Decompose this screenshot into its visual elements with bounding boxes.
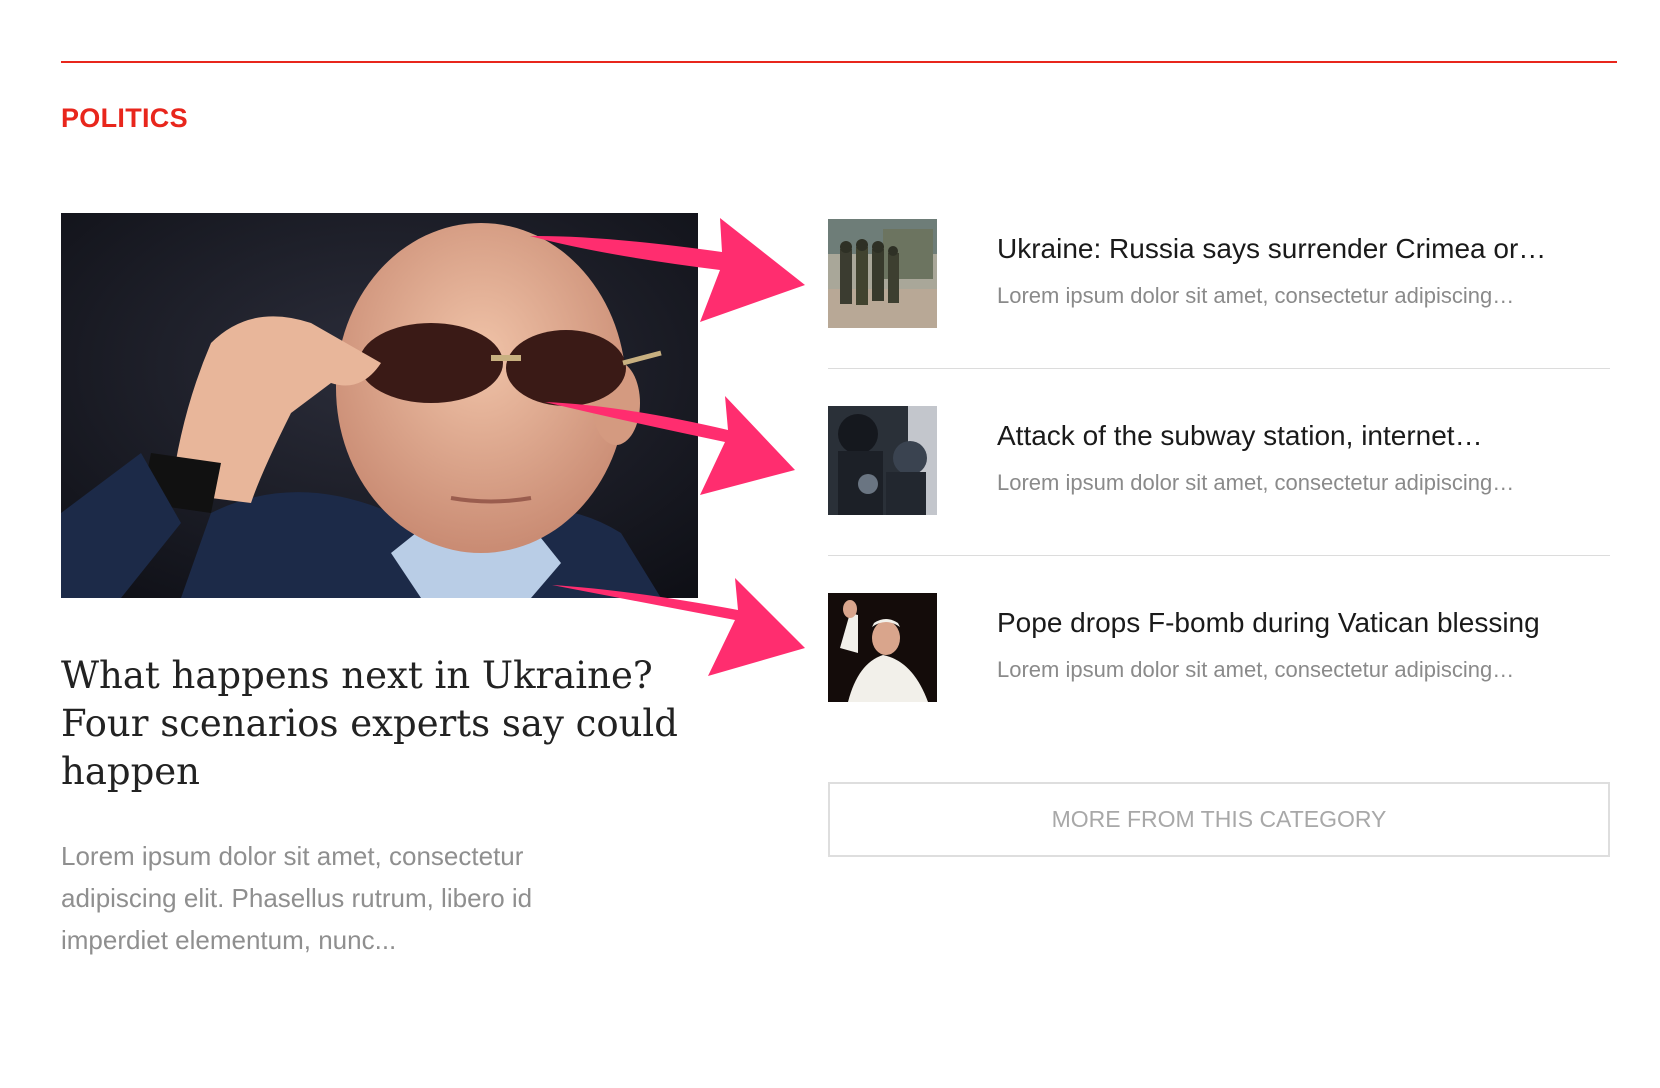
pope-thumbnail[interactable] — [828, 593, 937, 702]
politics-section: POLITICS What happens next in Ukraine? F… — [0, 0, 1660, 1088]
story-excerpt: Lorem ipsum dolor sit amet, consectetur … — [997, 470, 1515, 495]
story-excerpt: Lorem ipsum dolor sit amet, consectetur … — [997, 657, 1515, 682]
more-from-category-button[interactable]: MORE FROM THIS CATEGORY — [828, 782, 1610, 857]
section-label[interactable]: POLITICS — [61, 103, 188, 134]
list-item[interactable]: Attack of the subway station, internet… … — [828, 406, 1610, 516]
list-divider — [828, 555, 1610, 556]
featured-excerpt: Lorem ipsum dolor sit amet, consectetur … — [61, 841, 533, 955]
soldiers-thumbnail[interactable] — [828, 219, 937, 328]
featured-image[interactable] — [61, 213, 698, 598]
story-excerpt: Lorem ipsum dolor sit amet, consectetur … — [997, 283, 1515, 308]
story-title[interactable]: Pope drops F-bomb during Vatican blessin… — [997, 607, 1597, 639]
section-top-rule — [61, 61, 1617, 63]
featured-title[interactable]: What happens next in Ukraine? Four scena… — [61, 652, 701, 796]
story-title[interactable]: Attack of the subway station, internet… — [997, 420, 1597, 452]
list-item[interactable]: Ukraine: Russia says surrender Crimea or… — [828, 219, 1610, 329]
story-title[interactable]: Ukraine: Russia says surrender Crimea or… — [997, 233, 1597, 265]
list-divider — [828, 368, 1610, 369]
police-thumbnail[interactable] — [828, 406, 937, 515]
list-item[interactable]: Pope drops F-bomb during Vatican blessin… — [828, 593, 1610, 703]
